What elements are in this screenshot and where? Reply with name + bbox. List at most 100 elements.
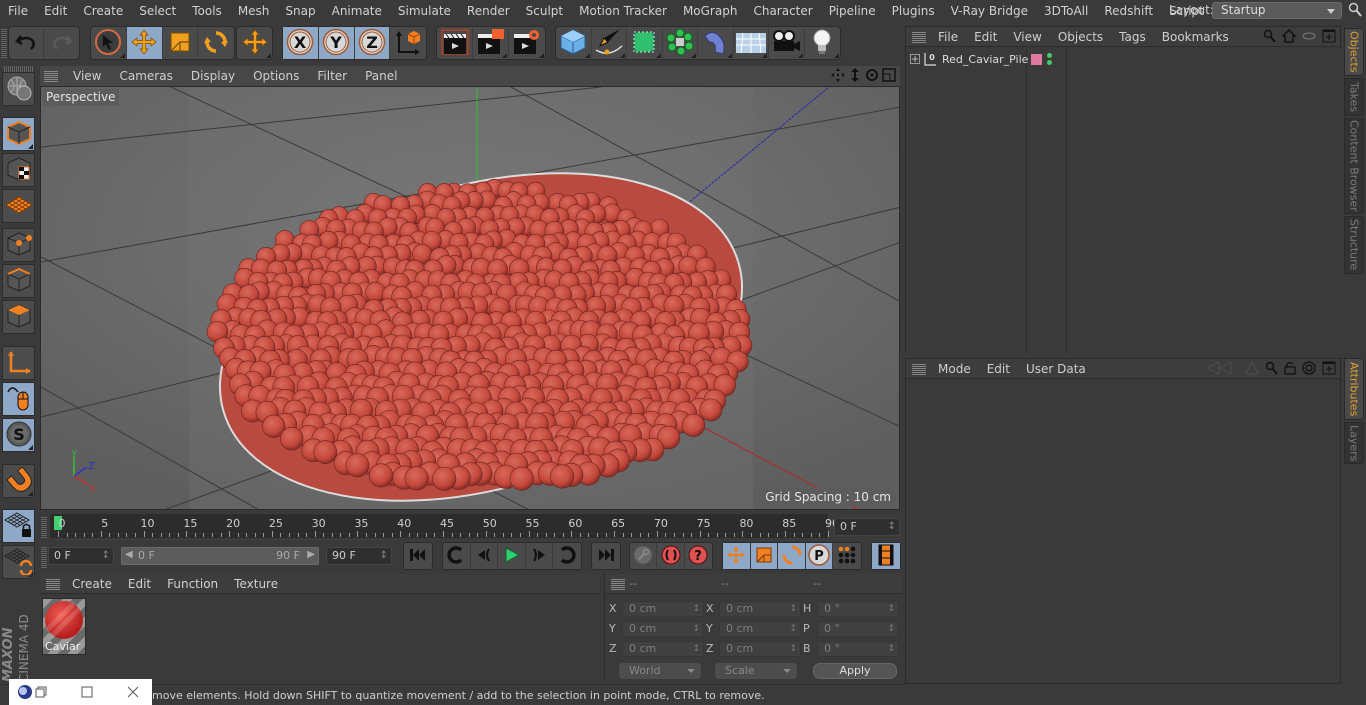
menu-edit[interactable]: Edit — [36, 4, 75, 18]
coord-system-dropdown[interactable]: World — [619, 663, 701, 679]
menu-plugins[interactable]: Plugins — [884, 4, 943, 18]
undo-button[interactable] — [9, 27, 45, 59]
toggle-layout-icon[interactable] — [882, 68, 896, 85]
playback-grip[interactable] — [41, 546, 47, 568]
toolbar-grip[interactable] — [1, 28, 7, 58]
viewport-menu-view[interactable]: View — [64, 69, 110, 83]
am-menu-user-data[interactable]: User Data — [1018, 362, 1094, 376]
tweak-mode-button[interactable] — [2, 382, 35, 416]
om-hierarchy-icon[interactable] — [1302, 29, 1316, 46]
menu-vray-bridge[interactable]: V-Ray Bridge — [943, 4, 1036, 18]
search-icon[interactable] — [1348, 2, 1362, 21]
tab-objects[interactable]: Objects — [1344, 28, 1364, 76]
tab-attributes[interactable]: Attributes — [1344, 358, 1364, 420]
frame-range-slider[interactable]: ◀ 0 F 90 F ▶ — [121, 547, 319, 565]
timeline-ruler[interactable]: 0 5 10 15 20 25 30 35 40 45 50 55 60 65 70 75 80 85 90 — [50, 514, 839, 538]
om-menu-objects[interactable]: Objects — [1050, 30, 1111, 44]
menu-character[interactable]: Character — [745, 4, 820, 18]
attribute-manager-grip[interactable] — [912, 362, 926, 375]
om-menu-bookmarks[interactable]: Bookmarks — [1154, 30, 1237, 44]
object-manager-grip[interactable] — [912, 30, 926, 43]
live-selection-button[interactable] — [91, 27, 127, 59]
polygons-mode-button[interactable] — [2, 300, 35, 334]
menu-tools[interactable]: Tools — [184, 4, 230, 18]
restore-icon[interactable] — [35, 686, 47, 698]
workplane-mode-button[interactable] — [2, 189, 35, 223]
pos-y-field[interactable]: 0 cm — [622, 621, 704, 637]
previous-key-button[interactable] — [443, 543, 471, 569]
render-view-button[interactable] — [437, 27, 473, 59]
range-left-arrow[interactable]: ◀ — [125, 549, 133, 560]
make-editable-button[interactable] — [2, 72, 35, 106]
axis-mode-button[interactable] — [2, 346, 35, 380]
back-arrow-icon[interactable] — [1205, 360, 1239, 378]
auto-keying-button[interactable]: ? — [685, 543, 712, 569]
menu-mograph[interactable]: MoGraph — [675, 4, 746, 18]
om-new-panel-icon[interactable] — [1322, 29, 1336, 46]
material-swatch-caviar[interactable]: Caviar — [42, 598, 86, 655]
pos-x-field[interactable]: 0 cm — [622, 601, 704, 617]
size-y-field[interactable]: 0 cm — [719, 621, 801, 637]
end-frame-field[interactable]: 90 F — [326, 547, 392, 565]
viewport-3d[interactable]: Y Z X Perspective Grid Spacing : 10 cm — [40, 86, 900, 510]
render-visibility-dot[interactable] — [1047, 60, 1052, 65]
expand-icon[interactable] — [910, 53, 920, 67]
render-settings-button[interactable] — [509, 27, 545, 59]
menu-motion-tracker[interactable]: Motion Tracker — [571, 4, 675, 18]
add-floor-button[interactable] — [734, 27, 769, 59]
object-name[interactable]: Red_Caviar_Pile — [942, 53, 1028, 66]
add-spline-button[interactable] — [592, 27, 627, 59]
am-menu-edit[interactable]: Edit — [979, 362, 1018, 376]
menu-simulate[interactable]: Simulate — [390, 4, 459, 18]
start-frame-field[interactable]: 0 F — [48, 547, 114, 565]
menu-3dtoall[interactable]: 3DToAll — [1036, 4, 1096, 18]
pos-z-field[interactable]: 0 cm — [622, 641, 704, 657]
forward-arrow-icon[interactable] — [1245, 360, 1259, 378]
om-menu-edit[interactable]: Edit — [966, 30, 1005, 44]
tab-takes[interactable]: Takes — [1344, 78, 1364, 116]
maximize-icon[interactable] — [81, 686, 93, 698]
add-camera-button[interactable] — [769, 27, 805, 59]
z-axis-button[interactable]: Z — [354, 27, 391, 59]
record-button[interactable] — [657, 543, 685, 569]
edges-mode-button[interactable] — [2, 264, 35, 298]
size-z-field[interactable]: 0 cm — [719, 641, 801, 657]
key-rotation-button[interactable] — [778, 543, 806, 569]
rotate-tool-button[interactable] — [198, 27, 234, 59]
menu-sculpt[interactable]: Sculpt — [518, 4, 571, 18]
rot-h-field[interactable]: 0 ° — [817, 601, 899, 617]
viewport-menu-cameras[interactable]: Cameras — [110, 69, 181, 83]
add-cube-button[interactable] — [556, 27, 592, 59]
menu-file[interactable]: File — [0, 4, 36, 18]
object-row[interactable]: 0 Red_Caviar_Pile — [906, 51, 1342, 69]
go-to-start-button[interactable] — [404, 543, 432, 569]
tab-content-browser[interactable]: Content Browser — [1344, 118, 1364, 214]
previous-frame-button[interactable] — [471, 543, 499, 569]
add-light-button[interactable] — [805, 27, 840, 59]
key-parameter-button[interactable]: P — [805, 543, 834, 569]
material-menu-create[interactable]: Create — [64, 577, 120, 591]
next-frame-button[interactable] — [526, 543, 554, 569]
coord-grip[interactable] — [611, 577, 625, 590]
add-subdivision-surface-button[interactable] — [627, 27, 663, 59]
solo-button[interactable]: S — [2, 418, 35, 452]
points-mode-button[interactable] — [2, 228, 35, 262]
menu-mesh[interactable]: Mesh — [230, 4, 278, 18]
apply-button[interactable]: Apply — [813, 663, 897, 679]
scale-tool-button[interactable] — [163, 27, 199, 59]
timeline-button[interactable] — [872, 543, 900, 569]
key-scale-button[interactable] — [750, 543, 779, 569]
am-search-icon[interactable] — [1265, 361, 1278, 378]
layer-color-swatch[interactable] — [1031, 54, 1042, 65]
material-menu-function[interactable]: Function — [159, 577, 226, 591]
menu-render[interactable]: Render — [459, 4, 518, 18]
om-menu-tags[interactable]: Tags — [1111, 30, 1154, 44]
menu-select[interactable]: Select — [131, 4, 184, 18]
editor-visibility-dot[interactable] — [1047, 53, 1052, 58]
tab-structure[interactable]: Structure — [1344, 216, 1364, 274]
viewport-grip[interactable] — [44, 70, 58, 82]
viewport-menu-panel[interactable]: Panel — [356, 69, 406, 83]
viewport-menu-filter[interactable]: Filter — [308, 69, 356, 83]
add-cloner-button[interactable] — [663, 27, 698, 59]
menu-create[interactable]: Create — [75, 4, 131, 18]
